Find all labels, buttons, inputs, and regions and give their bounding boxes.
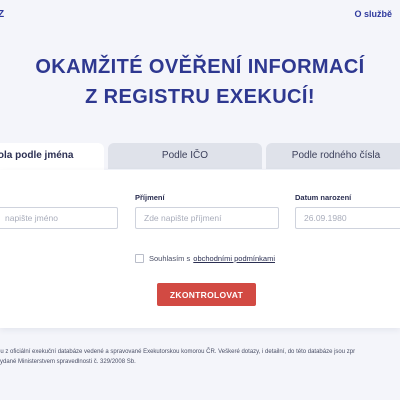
footnote-line2: vydané Ministerstvem spravedlnosti č. 32…	[0, 359, 136, 365]
tab-by-ico[interactable]: Podle IČO	[108, 143, 262, 169]
birth-date-label: Datum narození	[295, 193, 352, 202]
brand-logo[interactable]: Z	[0, 9, 4, 20]
footnote-line1: ou z oficiální exekuční databáze vedené …	[0, 349, 356, 355]
consent-row: Souhlasím s obchodními podmínkami	[135, 254, 275, 263]
about-service-link[interactable]: O službě	[354, 9, 392, 19]
consent-checkbox[interactable]	[135, 254, 144, 263]
tab-by-name-label: rola podle jména	[0, 150, 74, 161]
hero: OKAMŽITÉ OVĚŘENÍ INFORMACÍ Z REGISTRU EX…	[0, 52, 400, 112]
hero-title-line1: OKAMŽITÉ OVĚŘENÍ INFORMACÍ	[35, 56, 365, 78]
check-button[interactable]: ZKONTROLOVAT	[157, 283, 256, 306]
tab-by-name[interactable]: rola podle jména	[0, 143, 104, 171]
tab-by-birth-number[interactable]: Podle rodného čísla	[266, 143, 400, 169]
search-tabs: rola podle jména Podle IČO Podle rodného…	[0, 143, 400, 171]
terms-link[interactable]: obchodními podmínkami	[193, 254, 275, 263]
search-form-card: Příjmení Datum narození Souhlasím s obch…	[0, 170, 400, 328]
birth-date-input[interactable]	[295, 207, 400, 229]
consent-text: Souhlasím s	[149, 254, 191, 263]
hero-title-line2: Z REGISTRU EXEKUCÍ!	[85, 86, 315, 108]
top-bar: Z O službě	[0, 0, 400, 34]
last-name-label: Příjmení	[135, 193, 165, 202]
tab-by-ico-label: Podle IČO	[161, 150, 209, 161]
first-name-input[interactable]	[0, 207, 118, 229]
last-name-input[interactable]	[135, 207, 279, 229]
tab-by-birth-number-label: Podle rodného čísla	[291, 150, 381, 161]
footnote: ou z oficiální exekuční databáze vedené …	[0, 347, 400, 367]
